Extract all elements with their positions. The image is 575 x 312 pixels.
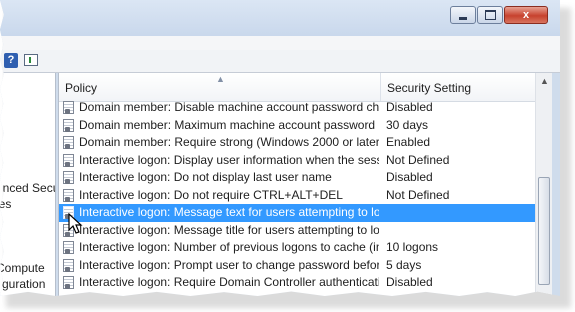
policy-name: Interactive logon: Number of previous lo… bbox=[79, 240, 379, 254]
column-header-policy-label: Policy bbox=[65, 81, 98, 95]
close-button[interactable]: x bbox=[504, 6, 548, 24]
list-header: ▲ Policy Security Setting bbox=[59, 73, 535, 102]
sort-ascending-icon: ▲ bbox=[216, 74, 225, 84]
table-row[interactable]: Interactive logon: Do not display last u… bbox=[59, 169, 535, 187]
tree-item-configuration[interactable]: figuration bbox=[0, 277, 45, 291]
policy-document-icon bbox=[63, 258, 74, 272]
policy-name: Domain member: Require strong (Windows 2… bbox=[79, 135, 379, 149]
policy-cell: Interactive logon: Do not display last u… bbox=[63, 169, 379, 187]
security-setting-cell: Not Defined bbox=[386, 187, 450, 202]
menu-bar bbox=[0, 36, 560, 51]
table-row[interactable]: Interactive logon: Prompt user to change… bbox=[59, 257, 535, 275]
table-row[interactable]: Domain member: Disable machine account p… bbox=[59, 99, 535, 117]
table-row[interactable]: Domain member: Require strong (Windows 2… bbox=[59, 134, 535, 152]
table-row[interactable]: Interactive logon: Message title for use… bbox=[59, 222, 535, 240]
policy-document-icon bbox=[63, 101, 74, 115]
policy-document-icon bbox=[63, 171, 74, 185]
policy-document-icon bbox=[63, 118, 74, 132]
policy-rows: Domain member: Disable machine account p… bbox=[59, 99, 535, 292]
policy-name: Interactive logon: Display user informat… bbox=[79, 152, 379, 167]
policy-document-icon bbox=[63, 188, 74, 202]
table-row[interactable]: Interactive logon: Display user informat… bbox=[59, 152, 535, 170]
security-setting-cell: Disabled bbox=[386, 170, 433, 184]
policy-document-icon bbox=[63, 241, 74, 255]
tree-item-policies[interactable]: ies bbox=[0, 197, 11, 211]
security-setting-cell: Disabled bbox=[386, 275, 433, 289]
policy-list-pane: ▲ Policy Security Setting Domain member:… bbox=[58, 73, 552, 296]
policy-name: Interactive logon: Message title for use… bbox=[79, 222, 379, 237]
mouse-pointer-icon bbox=[68, 213, 83, 234]
security-setting-cell: Not Defined bbox=[386, 152, 450, 167]
policy-cell: Interactive logon: Require Domain Contro… bbox=[63, 274, 379, 292]
policy-cell: Interactive logon: Message text for user… bbox=[63, 204, 379, 222]
column-header-setting-label: Security Setting bbox=[387, 81, 472, 95]
help-icon[interactable]: ? bbox=[4, 53, 18, 68]
policy-cell: Domain member: Maximum machine account p… bbox=[63, 117, 379, 135]
title-bar[interactable]: x bbox=[0, 0, 560, 36]
column-header-security-setting[interactable]: Security Setting bbox=[381, 73, 535, 101]
tree-item-advanced-security[interactable]: enced Secu bbox=[0, 181, 55, 195]
toolbar: ? bbox=[0, 50, 560, 73]
maximize-icon bbox=[484, 10, 496, 20]
policy-cell: Domain member: Disable machine account p… bbox=[63, 99, 379, 117]
table-row[interactable]: Interactive logon: Require Domain Contro… bbox=[59, 274, 535, 292]
console-tree-pane[interactable]: enced Secu ies Compute figuration bbox=[0, 73, 56, 296]
caption-buttons: x bbox=[449, 6, 548, 24]
policy-name: Interactive logon: Do not display last u… bbox=[79, 170, 332, 184]
policy-cell: Interactive logon: Prompt user to change… bbox=[63, 257, 379, 275]
policy-name: Interactive logon: Do not require CTRL+A… bbox=[79, 187, 343, 202]
scroll-up-icon[interactable]: ▲ bbox=[536, 73, 552, 90]
mmc-window: x ? enced Secu ies Compute figuration ▲ … bbox=[0, 0, 560, 296]
security-setting-cell: Disabled bbox=[386, 100, 433, 114]
minimize-button[interactable] bbox=[450, 6, 476, 24]
security-setting-cell: 30 days bbox=[386, 117, 429, 132]
policy-cell: Interactive logon: Message title for use… bbox=[63, 222, 379, 240]
scrollbar-thumb[interactable] bbox=[538, 177, 550, 285]
security-setting-cell: Enabled bbox=[386, 135, 431, 149]
policy-name: Interactive logon: Prompt user to change… bbox=[79, 257, 379, 272]
show-hide-pane-icon[interactable] bbox=[24, 54, 38, 66]
policy-cell: Interactive logon: Display user informat… bbox=[63, 152, 379, 170]
policy-name: Domain member: Disable machine account p… bbox=[79, 100, 379, 114]
policy-cell: Interactive logon: Do not require CTRL+A… bbox=[63, 187, 379, 205]
policy-name: Domain member: Maximum machine account p… bbox=[79, 117, 379, 132]
vertical-scrollbar[interactable]: ▲ bbox=[535, 73, 552, 296]
column-header-policy[interactable]: ▲ Policy bbox=[59, 73, 381, 101]
security-setting-cell: 5 days bbox=[386, 257, 422, 272]
policy-cell: Domain member: Require strong (Windows 2… bbox=[63, 134, 379, 152]
close-icon: x bbox=[522, 9, 530, 21]
policy-name: Interactive logon: Require Domain Contro… bbox=[79, 275, 379, 289]
table-row[interactable]: Interactive logon: Message text for user… bbox=[59, 204, 535, 222]
security-setting-cell: 10 logons bbox=[386, 240, 439, 254]
policy-cell: Interactive logon: Number of previous lo… bbox=[63, 239, 379, 257]
table-row[interactable]: Interactive logon: Number of previous lo… bbox=[59, 239, 535, 257]
maximize-button[interactable] bbox=[477, 6, 503, 24]
policy-document-icon bbox=[63, 153, 74, 167]
table-row[interactable]: Interactive logon: Do not require CTRL+A… bbox=[59, 187, 535, 205]
minimize-icon bbox=[459, 16, 467, 20]
tree-item-computer[interactable]: Compute bbox=[0, 261, 45, 275]
policy-document-icon bbox=[63, 136, 74, 150]
policy-document-icon bbox=[63, 276, 74, 290]
table-row[interactable]: Domain member: Maximum machine account p… bbox=[59, 117, 535, 135]
policy-name: Interactive logon: Message text for user… bbox=[79, 205, 379, 219]
